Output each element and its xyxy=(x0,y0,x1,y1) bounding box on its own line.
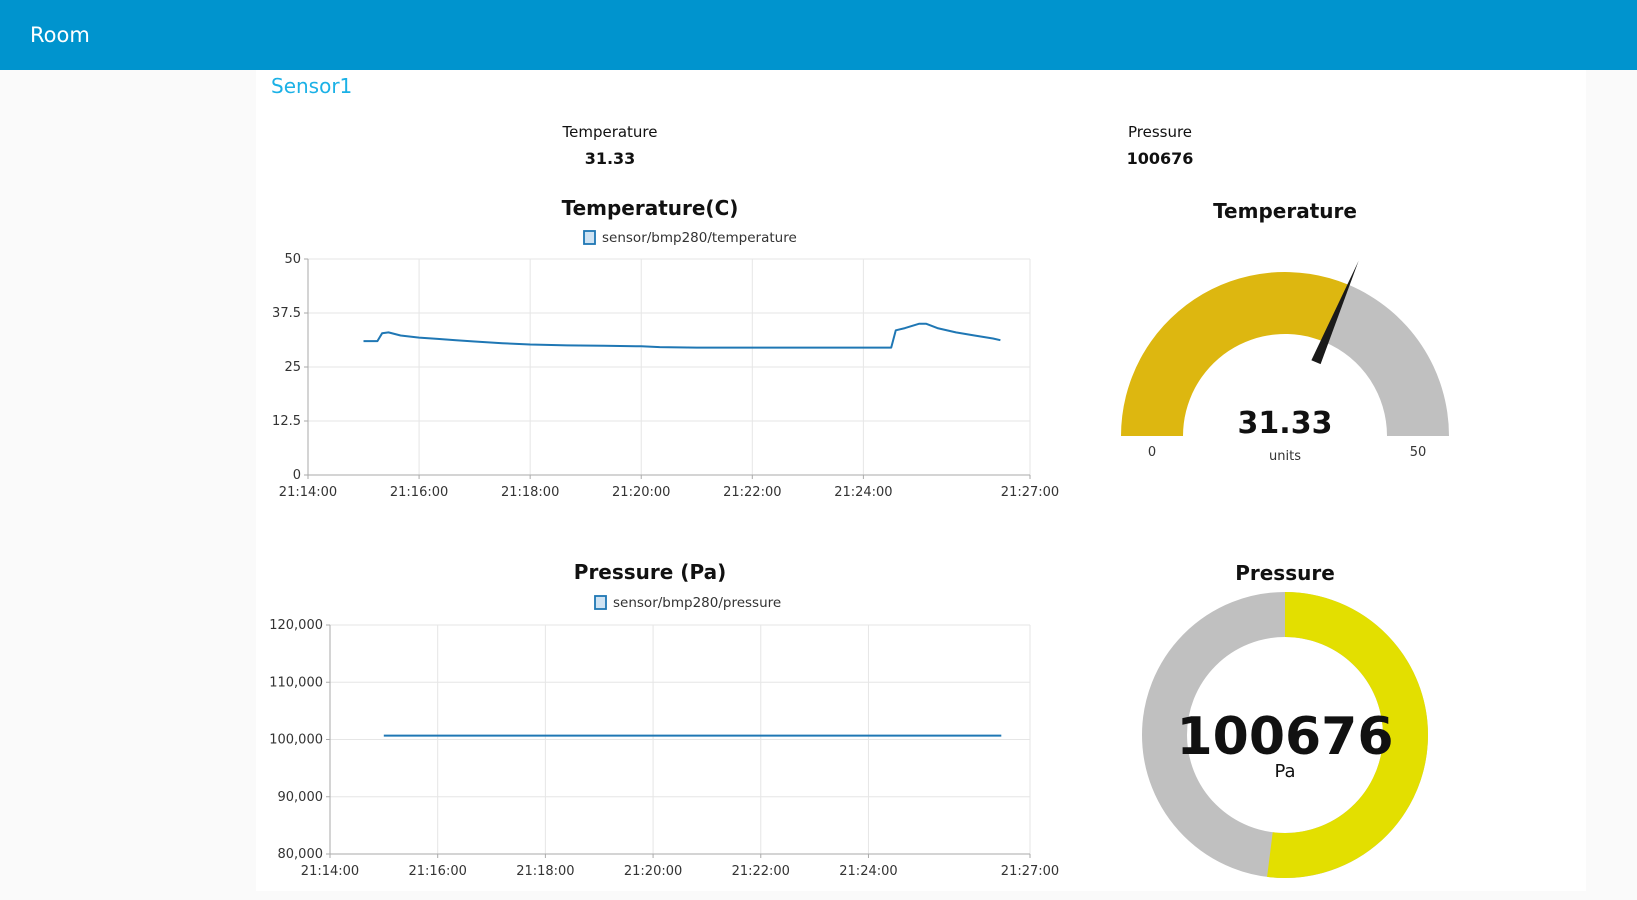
temperature-chart-y-tick-label: 0 xyxy=(293,468,301,483)
temperature-chart-x-tick-label: 21:22:00 xyxy=(723,485,781,500)
pressure-chart-legend-label: sensor/bmp280/pressure xyxy=(613,595,781,611)
temperature-chart-x-tick-label: 21:18:00 xyxy=(501,485,559,500)
temperature-chart-x-tick-label: 21:20:00 xyxy=(612,485,670,500)
pressure-gauge-title: Pressure xyxy=(1235,561,1335,585)
pressure-gauge-units: Pa xyxy=(1274,761,1295,782)
pressure-text-value: 100676 xyxy=(1126,149,1194,168)
temperature-gauge-units: units xyxy=(1269,449,1301,464)
temperature-chart-legend-swatch xyxy=(583,230,596,245)
temperature-chart-y-tick-label: 25 xyxy=(284,360,301,375)
temperature-gauge-min: 0 xyxy=(1148,445,1156,460)
temperature-gauge-track xyxy=(1324,284,1449,436)
temperature-gauge-title: Temperature xyxy=(1213,199,1357,223)
temperature-text-value: 31.33 xyxy=(584,149,636,168)
temperature-text-label: Temperature xyxy=(562,123,658,141)
pressure-chart-legend-swatch xyxy=(594,595,607,610)
pressure-chart-y-tick-label: 110,000 xyxy=(269,675,323,690)
pressure-chart-x-tick-label: 21:14:00 xyxy=(301,864,359,879)
temperature-gauge: 31.33 units 0 50 xyxy=(1121,260,1449,464)
pressure-gauge: 100676Pa xyxy=(1142,592,1428,878)
pressure-chart-x-tick-label: 21:27:00 xyxy=(1001,864,1059,879)
temperature-chart-x-tick-label: 21:24:00 xyxy=(834,485,892,500)
app-title: Room xyxy=(30,23,90,47)
pressure-chart-title: Pressure (Pa) xyxy=(573,560,727,584)
temperature-text-widget: Temperature 31.33 xyxy=(520,122,700,170)
temperature-chart: sensor/bmp280/temperature 0 12.5 25 37.5 50 21… xyxy=(272,230,1059,500)
temperature-chart-x-tick-label: 21:27:00 xyxy=(1001,485,1059,500)
pressure-chart-x-tick-label: 21:20:00 xyxy=(624,864,682,879)
temperature-chart-series-line xyxy=(363,322,1001,349)
top-bar: Room xyxy=(0,0,1637,70)
pressure-gauge-value: 100676 xyxy=(1176,707,1393,767)
pressure-text-label: Pressure xyxy=(1127,123,1193,141)
pressure-chart-x-tick-label: 21:22:00 xyxy=(732,864,790,879)
temperature-gauge-max: 50 xyxy=(1410,445,1427,460)
pressure-chart-y-tick-label: 100,000 xyxy=(269,733,323,748)
pressure-chart-y-tick-label: 90,000 xyxy=(278,790,324,805)
temperature-chart-legend: sensor/bmp280/temperature xyxy=(583,230,797,246)
temperature-gauge-value: 31.33 xyxy=(1238,406,1333,441)
temperature-chart-y-tick-label: 50 xyxy=(284,252,301,267)
group-title: Sensor1 xyxy=(271,74,353,98)
pressure-chart-x-tick-label: 21:18:00 xyxy=(516,864,574,879)
temperature-chart-y-tick-label: 12.5 xyxy=(272,414,301,429)
temperature-chart-y-tick-label: 37.5 xyxy=(272,306,301,321)
pressure-chart-y-tick-label: 80,000 xyxy=(278,847,324,862)
pressure-chart-legend: sensor/bmp280/pressure xyxy=(594,595,781,611)
temperature-chart-x-tick-label: 21:16:00 xyxy=(390,485,448,500)
pressure-chart-y-tick-label: 120,000 xyxy=(269,618,323,633)
pressure-chart: sensor/bmp280/pressure 80,000 90,000 100,00… xyxy=(269,595,1059,879)
pressure-chart-x-tick-label: 21:16:00 xyxy=(408,864,466,879)
temperature-chart-legend-label: sensor/bmp280/temperature xyxy=(602,230,797,246)
temperature-chart-x-tick-label: 21:14:00 xyxy=(279,485,337,500)
temperature-chart-title: Temperature(C) xyxy=(561,196,739,220)
pressure-chart-x-tick-label: 21:24:00 xyxy=(839,864,897,879)
pressure-text-widget: Pressure 100676 xyxy=(1070,122,1250,170)
